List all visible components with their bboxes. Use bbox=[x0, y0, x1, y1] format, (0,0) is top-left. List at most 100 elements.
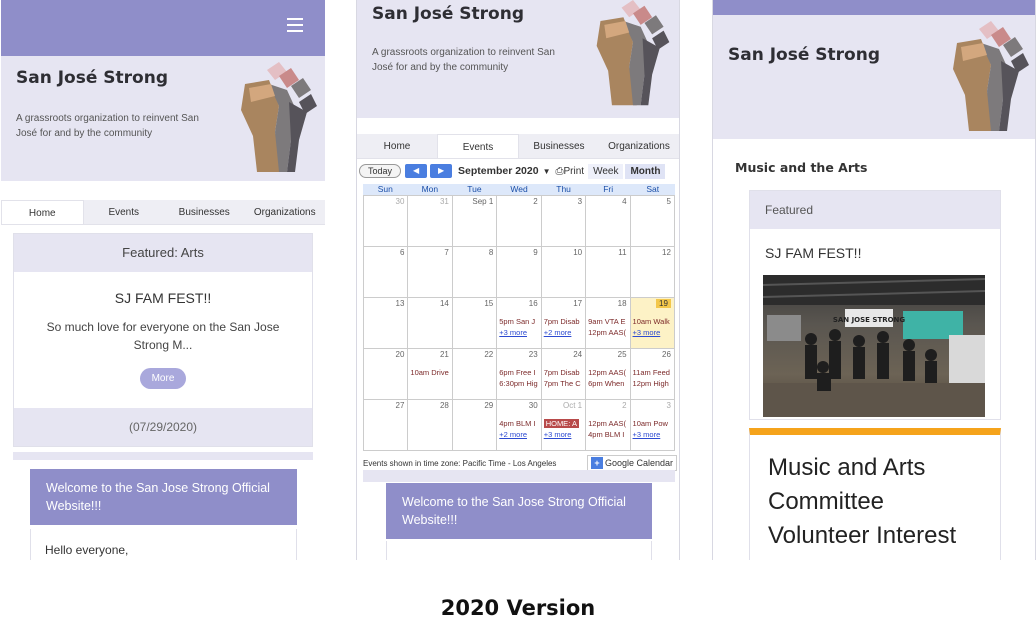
day-number: 3 bbox=[666, 401, 671, 410]
calendar-day[interactable]: 28 bbox=[408, 400, 453, 451]
calendar-day[interactable]: 11 bbox=[586, 247, 631, 298]
featured-body: SJ FAM FEST!! So much love for everyone … bbox=[14, 272, 312, 408]
tab-businesses[interactable]: Businesses bbox=[519, 134, 599, 158]
calendar-day[interactable]: 14 bbox=[408, 298, 453, 349]
more-button[interactable]: More bbox=[139, 368, 187, 389]
calendar-event[interactable]: 10am Walk bbox=[633, 317, 670, 326]
calendar-day[interactable]: 20 bbox=[364, 349, 409, 400]
calendar-event[interactable]: 12pm High bbox=[633, 379, 669, 388]
tab-events[interactable]: Events bbox=[83, 200, 164, 224]
calendar-day[interactable]: 30 bbox=[364, 196, 409, 247]
day-number: 13 bbox=[395, 299, 405, 308]
featured-card: Featured: Arts SJ FAM FEST!! So much lov… bbox=[13, 233, 313, 447]
photo-sign-text: SAN JOSE STRONG bbox=[833, 316, 906, 324]
tab-organizations[interactable]: Organizations bbox=[599, 134, 679, 158]
calendar-day[interactable]: 3 bbox=[541, 196, 587, 247]
calendar-day[interactable]: 10 bbox=[541, 247, 587, 298]
day-number: 24 bbox=[573, 350, 583, 359]
calendar-day[interactable]: 27 bbox=[364, 400, 409, 451]
calendar-day[interactable]: 12 bbox=[630, 247, 675, 298]
group-photo-illustration: SAN JOSE STRONG bbox=[763, 275, 985, 417]
tab-events[interactable]: Events bbox=[437, 134, 519, 158]
calendar-day[interactable]: 4 bbox=[586, 196, 631, 247]
calendar-event[interactable]: 10am Pow bbox=[633, 419, 668, 428]
day-number: 30 bbox=[528, 401, 538, 410]
featured-title[interactable]: SJ FAM FEST!! bbox=[750, 229, 1000, 269]
tab-home[interactable]: Home bbox=[357, 134, 437, 158]
week-view-button[interactable]: Week bbox=[588, 163, 624, 179]
calendar-event[interactable]: 6:30pm Hig bbox=[499, 379, 537, 388]
calendar-day[interactable]: Oct 1 HOME: A +3 more bbox=[541, 400, 587, 451]
calendar-day[interactable]: 7 bbox=[408, 247, 453, 298]
calendar-event[interactable]: 11am Feed bbox=[633, 368, 670, 377]
weekday-label: Wed bbox=[510, 184, 528, 194]
section-divider bbox=[363, 470, 675, 482]
tab-businesses[interactable]: Businesses bbox=[164, 200, 245, 224]
day-number: 2 bbox=[533, 197, 538, 206]
calendar-day[interactable]: 26 11am Feed 12pm High bbox=[630, 349, 675, 400]
calendar-day[interactable]: 18 9am VTA E 12pm AAS( bbox=[586, 298, 631, 349]
calendar-day[interactable]: 31 bbox=[408, 196, 453, 247]
calendar-event[interactable]: 6pm When bbox=[588, 379, 624, 388]
more-events-link[interactable]: +3 more bbox=[544, 430, 572, 439]
more-events-link[interactable]: +2 more bbox=[544, 328, 572, 337]
more-events-link[interactable]: +3 more bbox=[499, 328, 527, 337]
day-number: 6 bbox=[399, 248, 405, 257]
calendar-day[interactable]: Sep 1 bbox=[452, 196, 498, 247]
menu-icon[interactable] bbox=[287, 18, 303, 36]
section-heading: Music and the Arts bbox=[735, 160, 868, 175]
calendar-day[interactable]: 13 bbox=[364, 298, 409, 349]
print-link[interactable]: Print bbox=[564, 166, 585, 177]
today-button[interactable]: Today bbox=[359, 164, 402, 178]
calendar-day[interactable]: 17 7pm Disab +2 more bbox=[541, 298, 587, 349]
calendar-event[interactable]: 4pm BLM I bbox=[588, 430, 624, 439]
calendar-day[interactable]: 30 4pm BLM I +2 more bbox=[497, 400, 542, 451]
prev-month-button[interactable]: ◀ bbox=[405, 164, 428, 178]
tab-organizations[interactable]: Organizations bbox=[244, 200, 325, 224]
tab-home[interactable]: Home bbox=[1, 200, 84, 224]
month-dropdown-icon[interactable]: ▼ bbox=[543, 167, 551, 176]
calendar-day[interactable]: 15 bbox=[452, 298, 498, 349]
calendar-event[interactable]: 6pm Free I bbox=[499, 368, 535, 377]
calendar-footer: Events shown in time zone: Pacific Time … bbox=[363, 455, 677, 471]
day-number: 30 bbox=[395, 197, 405, 206]
calendar-event[interactable]: 10am Drive bbox=[410, 368, 448, 377]
next-month-button[interactable]: ▶ bbox=[430, 164, 453, 178]
nav-tabs: Home Events Businesses Organizations bbox=[357, 134, 679, 159]
day-number: 22 bbox=[484, 350, 494, 359]
calendar-day[interactable]: 8 bbox=[452, 247, 498, 298]
calendar-day[interactable]: 2 12pm AAS(4pm BLM I bbox=[586, 400, 631, 451]
calendar-event[interactable]: 12pm AAS( bbox=[588, 419, 626, 428]
calendar-day[interactable]: 3 10am Pow +3 more bbox=[630, 400, 675, 451]
calendar-event[interactable]: HOME: A bbox=[543, 419, 579, 428]
calendar-day[interactable]: 6 bbox=[364, 247, 409, 298]
calendar-event[interactable]: 5pm San J bbox=[499, 317, 535, 326]
more-events-link[interactable]: +2 more bbox=[499, 430, 527, 439]
calendar-day[interactable]: 19 10am Walk +3 more bbox=[630, 298, 675, 349]
calendar-event[interactable]: 7pm Disab bbox=[544, 368, 580, 377]
calendar-event[interactable]: 12pm AAS( bbox=[588, 328, 626, 337]
calendar-day[interactable]: 5 bbox=[630, 196, 675, 247]
calendar-day[interactable]: 23 6pm Free I 6:30pm Hig bbox=[497, 349, 542, 400]
calendar-day[interactable]: 22 bbox=[452, 349, 498, 400]
calendar-day[interactable]: 16 5pm San J +3 more bbox=[497, 298, 542, 349]
calendar-event[interactable]: 12pm AAS( bbox=[588, 368, 626, 377]
timezone-note: Events shown in time zone: Pacific Time … bbox=[363, 458, 557, 468]
calendar-day[interactable]: 25 12pm AAS(6pm When bbox=[586, 349, 631, 400]
month-view-button[interactable]: Month bbox=[625, 163, 666, 179]
calendar-event[interactable]: 7pm The C bbox=[544, 379, 581, 388]
more-events-link[interactable]: +3 more bbox=[633, 430, 661, 439]
google-calendar-button[interactable]: + Google Calendar bbox=[586, 455, 677, 471]
calendar-day[interactable]: 24 7pm Disab 7pm The C bbox=[541, 349, 587, 400]
calendar-day[interactable]: 9 bbox=[497, 247, 542, 298]
more-events-link[interactable]: +3 more bbox=[633, 328, 661, 337]
calendar-day[interactable]: 21 10am Drive bbox=[408, 349, 453, 400]
calendar-event[interactable]: 9am VTA E bbox=[588, 317, 625, 326]
calendar-event[interactable]: 4pm BLM I bbox=[499, 419, 535, 428]
calendar-day[interactable]: 2 bbox=[497, 196, 542, 247]
calendar-event[interactable]: 7pm Disab bbox=[544, 317, 580, 326]
event-photo[interactable]: SAN JOSE STRONG bbox=[763, 275, 985, 417]
volunteer-form-card[interactable]: Music and Arts Committee Volunteer Inter… bbox=[749, 428, 1001, 560]
calendar-day[interactable]: 29 bbox=[452, 400, 498, 451]
print-icon[interactable]: ⎙ bbox=[556, 166, 564, 177]
